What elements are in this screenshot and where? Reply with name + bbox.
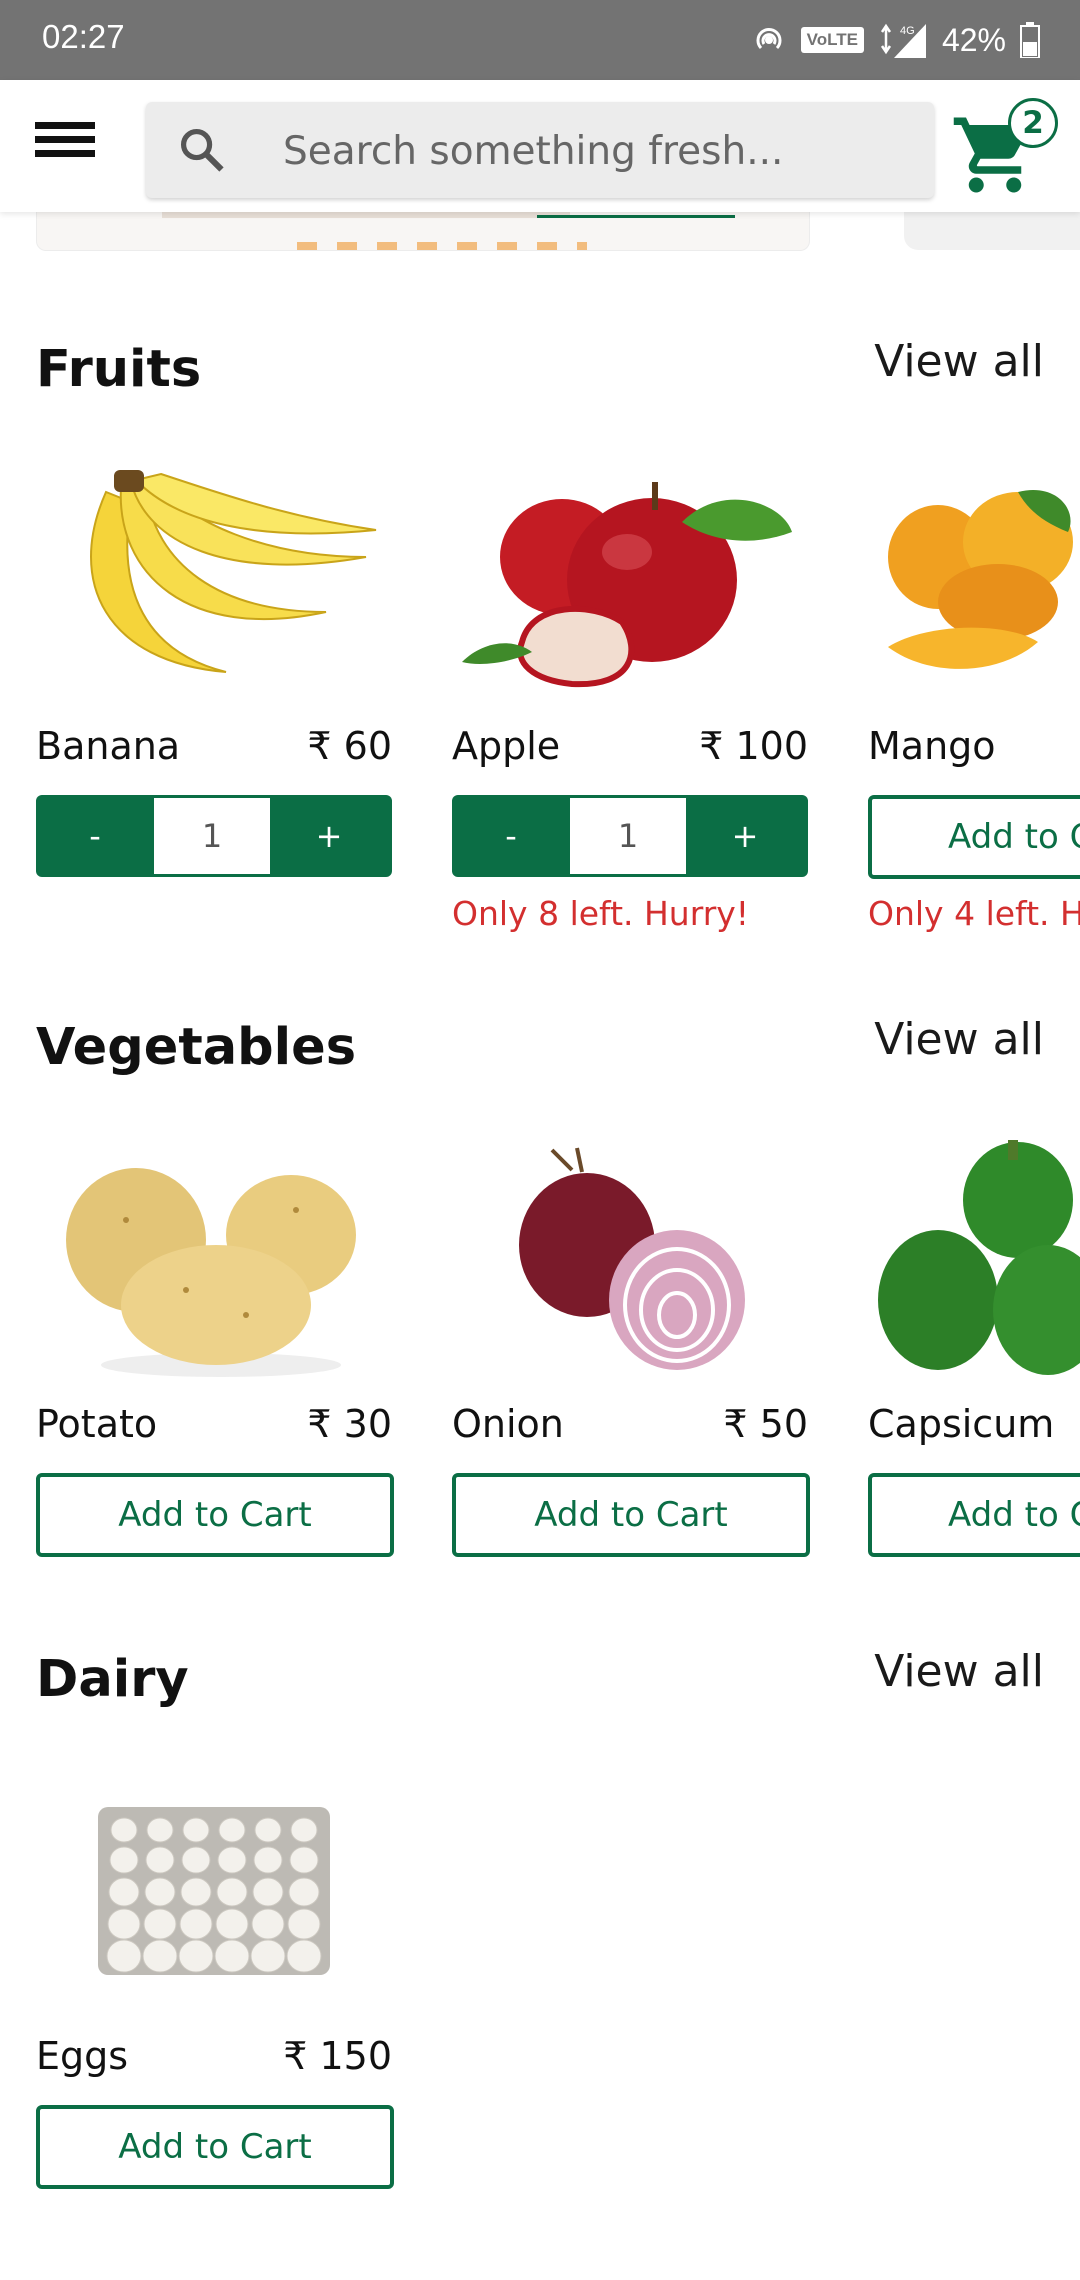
product-price: ₹ 150 bbox=[283, 2034, 392, 2078]
battery-percent: 42% bbox=[941, 21, 1006, 58]
product-price: ₹ 30 bbox=[307, 1402, 392, 1446]
vegetables-carousel[interactable]: Potato ₹ 30 Add to Cart Onion ₹ 50 Add t… bbox=[0, 1140, 1080, 1580]
section-title-fruits: Fruits bbox=[36, 340, 202, 399]
apple-image bbox=[452, 462, 808, 700]
quantity-value: 1 bbox=[570, 798, 686, 874]
stock-warning: Only 8 left. Hurry! bbox=[452, 894, 750, 933]
cart-count-badge: 2 bbox=[1008, 98, 1058, 148]
onion-image bbox=[452, 1140, 808, 1378]
section-title-dairy: Dairy bbox=[36, 1650, 189, 1709]
fruits-carousel[interactable]: Banana ₹ 60 - 1 + Apple ₹ 100 - 1 + Only… bbox=[0, 462, 1080, 942]
product-price: ₹ 100 bbox=[699, 724, 808, 768]
product-price: ₹ 50 bbox=[723, 1402, 808, 1446]
product-name: Onion bbox=[452, 1402, 564, 1446]
add-to-cart-button[interactable]: Add to Cart bbox=[452, 1473, 810, 1557]
search-input[interactable] bbox=[281, 102, 905, 200]
product-name: Capsicum bbox=[868, 1402, 1055, 1446]
cart-button[interactable]: 2 bbox=[950, 98, 1060, 198]
search-bar[interactable] bbox=[146, 102, 934, 200]
capsicum-image bbox=[868, 1140, 1080, 1378]
add-to-cart-button[interactable]: Add to Cart bbox=[36, 2105, 394, 2189]
status-time: 02:27 bbox=[42, 18, 125, 55]
view-all-vegetables[interactable]: View all bbox=[874, 1014, 1044, 1065]
status-bar: 02:27 VoLTE 4G 42% bbox=[0, 0, 1080, 80]
product-name: Apple bbox=[452, 724, 561, 768]
quantity-stepper[interactable]: - 1 + bbox=[36, 795, 392, 877]
product-price: ₹ 60 bbox=[307, 724, 392, 768]
add-to-cart-button[interactable]: Add to C bbox=[868, 1473, 1080, 1557]
dairy-carousel[interactable]: Eggs ₹ 150 Add to Cart bbox=[0, 1772, 1080, 2212]
signal-icon: 4G bbox=[880, 23, 926, 58]
section-title-vegetables: Vegetables bbox=[36, 1018, 357, 1077]
product-name: Eggs bbox=[36, 2034, 129, 2078]
quantity-stepper[interactable]: - 1 + bbox=[452, 795, 808, 877]
search-icon bbox=[180, 128, 224, 172]
promo-banner[interactable] bbox=[36, 212, 810, 251]
app-bar: 2 bbox=[0, 80, 1080, 212]
quantity-value: 1 bbox=[154, 798, 270, 874]
view-all-fruits[interactable]: View all bbox=[874, 336, 1044, 387]
signal-label: 4G bbox=[900, 25, 915, 37]
product-name: Mango bbox=[868, 724, 996, 768]
menu-icon[interactable] bbox=[35, 122, 95, 170]
hotspot-icon bbox=[756, 28, 782, 50]
view-all-dairy[interactable]: View all bbox=[874, 1646, 1044, 1697]
potato-image bbox=[36, 1140, 392, 1378]
volte-badge: VoLTE bbox=[800, 27, 864, 53]
decrease-button[interactable]: - bbox=[452, 817, 570, 855]
stock-warning: Only 4 left. H bbox=[868, 894, 1080, 933]
mango-image bbox=[868, 462, 1080, 700]
add-to-cart-button[interactable]: Add to C bbox=[868, 795, 1080, 879]
product-name: Banana bbox=[36, 724, 181, 768]
add-to-cart-button[interactable]: Add to Cart bbox=[36, 1473, 394, 1557]
eggs-image bbox=[36, 1772, 392, 2010]
increase-button[interactable]: + bbox=[270, 817, 388, 855]
status-icons: VoLTE 4G 42% bbox=[751, 14, 1040, 66]
promo-banner-next[interactable] bbox=[904, 212, 1080, 250]
battery-icon bbox=[1020, 22, 1040, 58]
product-name: Potato bbox=[36, 1402, 158, 1446]
increase-button[interactable]: + bbox=[686, 817, 804, 855]
decrease-button[interactable]: - bbox=[36, 817, 154, 855]
banana-image bbox=[36, 462, 392, 700]
